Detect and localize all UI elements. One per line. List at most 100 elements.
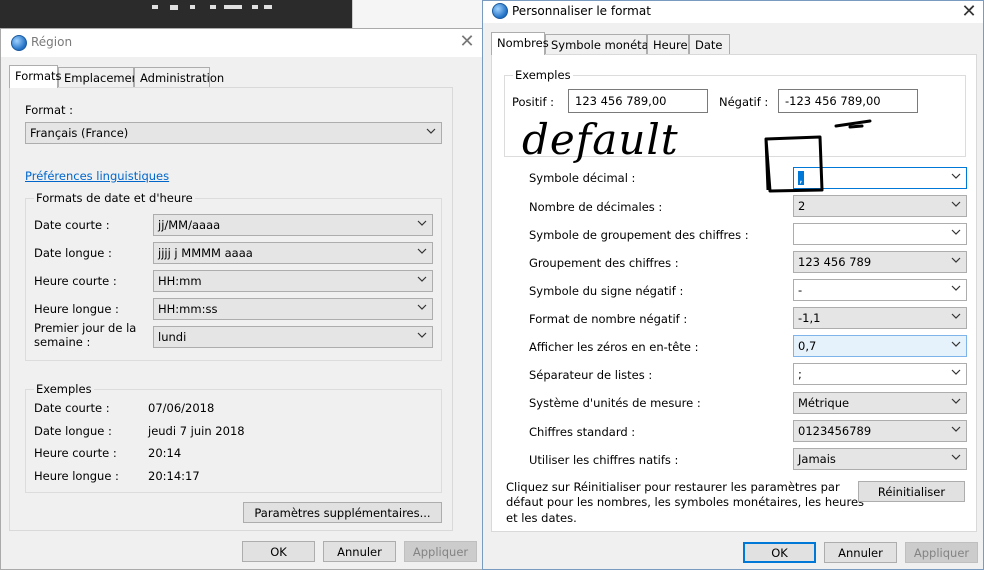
handwritten-text: default	[522, 115, 679, 164]
reset-text-line-1: Cliquez sur Réinitialiser pour restaurer…	[506, 480, 840, 494]
example-short-time-label: Heure courte :	[34, 446, 117, 460]
negative-sign-combo[interactable]: -	[793, 279, 967, 301]
tab-administration[interactable]: Administration	[134, 67, 224, 87]
region-titlebar: Région ✕	[1, 29, 483, 57]
tab-heure[interactable]: Heure	[647, 34, 689, 54]
reset-text-line-3: et les dates.	[506, 511, 577, 525]
chevron-down-icon	[951, 283, 961, 293]
long-date-label: Date longue :	[34, 246, 112, 260]
short-date-combo[interactable]: jj/MM/aaaa	[153, 214, 433, 236]
digit-grouping-combo[interactable]: 123 456 789	[793, 251, 967, 273]
short-date-value: jj/MM/aaaa	[158, 218, 221, 232]
format-label: Format :	[25, 103, 74, 117]
example-short-date-label: Date courte :	[34, 401, 110, 415]
tab-symbole-monetaire[interactable]: Symbole monétaire	[545, 34, 663, 54]
negative-format-value: -1,1	[798, 311, 821, 325]
chevron-down-icon	[417, 218, 427, 228]
language-preferences-link[interactable]: Préférences linguistiques	[25, 169, 169, 183]
chevron-down-icon	[417, 274, 427, 284]
short-time-label: Heure courte :	[34, 274, 117, 288]
close-icon[interactable]: ✕	[955, 1, 983, 23]
tab-date[interactable]: Date	[689, 34, 730, 54]
long-time-combo[interactable]: HH:mm:ss	[153, 298, 433, 320]
negative-label: Négatif :	[719, 95, 769, 109]
example-short-time-value: 20:14	[148, 446, 182, 460]
native-digits-combo[interactable]: Jamais	[793, 448, 967, 470]
cancel-button[interactable]: Annuler	[824, 542, 897, 563]
measurement-system-combo[interactable]: Métrique	[793, 392, 967, 414]
background-window-light	[352, 0, 482, 30]
native-digits-value: Jamais	[798, 452, 836, 466]
chevron-down-icon	[426, 126, 436, 136]
negative-sign-label: Symbole du signe négatif :	[529, 284, 684, 298]
ok-button[interactable]: OK	[242, 541, 315, 562]
date-time-group-title: Formats de date et d'heure	[34, 191, 195, 205]
decimal-symbol-label: Symbole décimal :	[529, 171, 636, 185]
chevron-down-icon	[417, 246, 427, 256]
measurement-system-label: Système d'unités de mesure :	[529, 396, 701, 410]
tab-nombres[interactable]: Nombres	[491, 32, 549, 55]
short-date-label: Date courte :	[34, 218, 110, 232]
format-value: Français (France)	[30, 126, 129, 140]
chevron-down-icon	[417, 302, 427, 312]
decimal-symbol-value: ,	[798, 171, 804, 185]
ok-button[interactable]: OK	[743, 542, 816, 563]
positive-label: Positif :	[512, 95, 555, 109]
digit-grouping-symbol-combo[interactable]	[793, 223, 967, 245]
example-long-date-value: jeudi 7 juin 2018	[148, 424, 245, 438]
formats-panel: Format : Français (France) Préférences l…	[9, 87, 453, 531]
leading-zeros-value: 0,7	[798, 339, 817, 353]
decimal-places-value: 2	[798, 199, 806, 213]
customize-title: Personnaliser le format	[512, 4, 651, 18]
chevron-down-icon	[951, 199, 961, 209]
cancel-button[interactable]: Annuler	[323, 541, 396, 562]
measurement-system-value: Métrique	[798, 396, 850, 410]
chevron-down-icon	[951, 171, 961, 181]
digit-grouping-label: Groupement des chiffres :	[529, 256, 679, 270]
leading-zeros-label: Afficher les zéros en en-tête :	[529, 340, 699, 354]
first-day-label: Premier jour de la semaine :	[34, 321, 137, 349]
customize-titlebar: Personnaliser le format ✕	[483, 1, 983, 23]
chevron-down-icon	[951, 227, 961, 237]
reset-button[interactable]: Réinitialiser	[858, 481, 965, 502]
positive-field: 123 456 789,00	[568, 89, 708, 113]
long-time-label: Heure longue :	[34, 302, 119, 316]
globe-icon	[11, 35, 27, 51]
decimal-symbol-combo[interactable]: ,	[793, 167, 967, 189]
example-long-time-label: Heure longue :	[34, 469, 119, 483]
apply-button[interactable]: Appliquer	[905, 542, 978, 563]
list-separator-value: ;	[798, 367, 802, 381]
chevron-down-icon	[951, 311, 961, 321]
digit-grouping-symbol-label: Symbole de groupement des chiffres :	[529, 228, 749, 242]
native-digits-label: Utiliser les chiffres natifs :	[529, 453, 679, 467]
long-time-value: HH:mm:ss	[158, 302, 218, 316]
globe-icon	[492, 3, 508, 19]
chevron-down-icon	[951, 367, 961, 377]
example-long-date-label: Date longue :	[34, 424, 112, 438]
tab-emplacement[interactable]: Emplacement	[58, 67, 143, 87]
chevron-down-icon	[951, 452, 961, 462]
negative-format-combo[interactable]: -1,1	[793, 307, 967, 329]
format-combo[interactable]: Français (France)	[25, 122, 442, 144]
short-time-combo[interactable]: HH:mm	[153, 270, 433, 292]
decimal-places-combo[interactable]: 2	[793, 195, 967, 217]
long-date-combo[interactable]: jjjj j MMMM aaaa	[153, 242, 433, 264]
negative-field: -123 456 789,00	[778, 89, 918, 113]
tab-formats[interactable]: Formats	[9, 65, 62, 88]
example-short-date-value: 07/06/2018	[148, 401, 215, 415]
standard-digits-value: 0123456789	[798, 424, 872, 438]
first-day-value: lundi	[158, 330, 187, 344]
list-separator-combo[interactable]: ;	[793, 363, 967, 385]
chevron-down-icon	[951, 339, 961, 349]
close-icon[interactable]: ✕	[453, 31, 481, 53]
region-title: Région	[31, 35, 73, 49]
decimal-places-label: Nombre de décimales :	[529, 200, 663, 214]
standard-digits-combo[interactable]: 0123456789	[793, 420, 967, 442]
background-window-icons	[150, 0, 280, 10]
apply-button[interactable]: Appliquer	[404, 541, 477, 562]
chevron-down-icon	[951, 255, 961, 265]
reset-text-line-2: défaut pour les nombres, les symboles mo…	[506, 495, 865, 509]
leading-zeros-combo[interactable]: 0,7	[793, 335, 967, 357]
more-settings-button[interactable]: Paramètres supplémentaires...	[243, 502, 442, 523]
first-day-combo[interactable]: lundi	[153, 326, 433, 348]
